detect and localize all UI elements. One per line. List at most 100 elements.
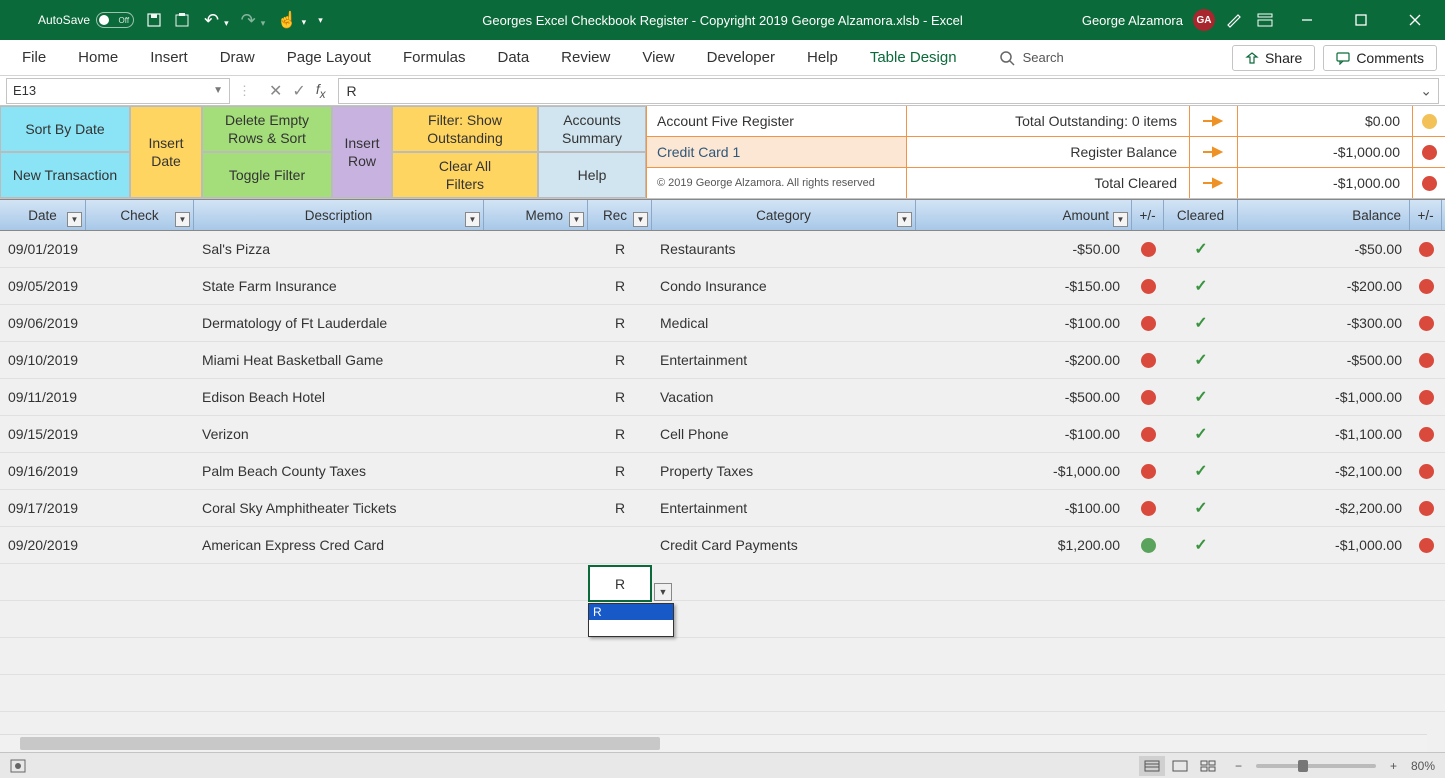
cell-description[interactable]: Miami Heat Basketball Game [194,352,484,368]
help-button[interactable]: Help [538,152,646,198]
cell-category[interactable]: Vacation [652,389,916,405]
cell-description[interactable]: Palm Beach County Taxes [194,463,484,479]
name-box[interactable]: E13 ▼ [6,78,230,104]
cell-category[interactable]: Condo Insurance [652,278,916,294]
cell-date[interactable]: 09/06/2019 [0,315,86,331]
cell-amount[interactable]: -$100.00 [916,426,1132,442]
zoom-out-icon[interactable]: − [1235,759,1242,773]
cell-description[interactable]: Verizon [194,426,484,442]
horizontal-scrollbar[interactable] [0,734,1427,752]
cell-date[interactable]: 09/01/2019 [0,241,86,257]
cell-amount[interactable]: -$150.00 [916,278,1132,294]
cell-date[interactable]: 09/05/2019 [0,278,86,294]
cell-cleared[interactable]: ✓ [1164,239,1238,259]
table-row[interactable]: 09/01/2019 Sal's Pizza R Restaurants -$5… [0,231,1445,268]
tab-table-design[interactable]: Table Design [856,40,971,75]
cell-cleared[interactable]: ✓ [1164,387,1238,407]
cell-amount[interactable]: -$200.00 [916,352,1132,368]
normal-view-icon[interactable] [1139,756,1165,776]
table-row[interactable]: 09/11/2019 Edison Beach Hotel R Vacation… [0,379,1445,416]
undo-button[interactable]: ↶ ▾ [204,10,229,31]
table-row[interactable]: 09/05/2019 State Farm Insurance R Condo … [0,268,1445,305]
filter-show-outstanding-button[interactable]: Filter: Show Outstanding [392,106,538,152]
dropdown-toggle-icon[interactable]: ▼ [654,583,672,601]
cell-rec[interactable]: R [588,500,652,516]
zoom-in-icon[interactable]: + [1390,759,1397,773]
cell-rec[interactable]: R [588,463,652,479]
pen-icon[interactable] [1225,10,1245,30]
share-button[interactable]: Share [1232,45,1315,71]
cell-category[interactable]: Cell Phone [652,426,916,442]
empty-row[interactable] [0,675,1445,712]
delete-empty-rows-button[interactable]: Delete Empty Rows & Sort [202,106,332,152]
autosave-switch[interactable]: Off [96,12,134,28]
filter-icon[interactable]: ▼ [67,212,82,227]
tell-me-search[interactable]: Search [999,50,1064,66]
clipboard-icon[interactable] [174,12,192,28]
cell-rec[interactable]: R [588,278,652,294]
toggle-filter-button[interactable]: Toggle Filter [202,152,332,198]
table-row[interactable]: 09/20/2019 American Express Cred Card Cr… [0,527,1445,564]
page-layout-view-icon[interactable] [1167,756,1193,776]
dropdown-option[interactable]: R [589,604,673,620]
autosave-toggle[interactable]: AutoSave Off [38,12,134,28]
table-row[interactable]: 09/10/2019 Miami Heat Basketball Game R … [0,342,1445,379]
active-cell[interactable]: R [588,565,652,602]
cell-amount[interactable]: -$100.00 [916,500,1132,516]
cell-amount[interactable]: -$1,000.00 [916,463,1132,479]
cell-date[interactable]: 09/20/2019 [0,537,86,553]
cell-description[interactable]: Sal's Pizza [194,241,484,257]
cell-category[interactable]: Property Taxes [652,463,916,479]
new-transaction-button[interactable]: New Transaction [0,152,130,198]
close-button[interactable] [1393,0,1437,40]
cell-rec[interactable]: R [588,241,652,257]
tab-view[interactable]: View [628,40,688,75]
cell-cleared[interactable]: ✓ [1164,424,1238,444]
tab-formulas[interactable]: Formulas [389,40,480,75]
filter-icon[interactable]: ▼ [633,212,648,227]
formula-input[interactable]: R ⌄ [338,78,1439,104]
filter-icon[interactable]: ▼ [897,212,912,227]
cell-rec[interactable]: R [588,352,652,368]
accounts-summary-button[interactable]: Accounts Summary [538,106,646,152]
qat-customize-icon[interactable]: ▾ [318,15,323,26]
enter-formula-icon[interactable]: ✓ [292,81,305,101]
cell-description[interactable]: Edison Beach Hotel [194,389,484,405]
fx-icon[interactable]: fx [316,81,326,101]
ribbon-options-icon[interactable] [1255,10,1275,30]
filter-icon[interactable]: ▼ [1113,212,1128,227]
filter-icon[interactable]: ▼ [175,212,190,227]
cell-cleared[interactable]: ✓ [1164,350,1238,370]
cell-rec[interactable]: R [588,315,652,331]
minimize-button[interactable] [1285,0,1329,40]
empty-row[interactable] [0,601,1445,638]
cell-category[interactable]: Restaurants [652,241,916,257]
page-break-view-icon[interactable] [1195,756,1221,776]
cell-cleared[interactable]: ✓ [1164,535,1238,555]
filter-icon[interactable]: ▼ [465,212,480,227]
cell-description[interactable]: State Farm Insurance [194,278,484,294]
cell-date[interactable]: 09/10/2019 [0,352,86,368]
insert-row-button[interactable]: Insert Row [332,106,392,198]
user-avatar[interactable]: GA [1193,9,1215,31]
maximize-button[interactable] [1339,0,1383,40]
zoom-level[interactable]: 80% [1411,759,1435,773]
tab-file[interactable]: File [8,40,60,75]
touch-mode-icon[interactable]: ☝ ▾ [277,10,306,30]
tab-help[interactable]: Help [793,40,852,75]
cell-cleared[interactable]: ✓ [1164,313,1238,333]
tab-developer[interactable]: Developer [693,40,789,75]
zoom-slider[interactable] [1256,764,1376,768]
cell-amount[interactable]: $1,200.00 [916,537,1132,553]
cell-category[interactable]: Entertainment [652,352,916,368]
cell-category[interactable]: Credit Card Payments [652,537,916,553]
cell-date[interactable]: 09/15/2019 [0,426,86,442]
cell-cleared[interactable]: ✓ [1164,461,1238,481]
redo-button[interactable]: ↷ ▾ [241,10,266,31]
cell-category[interactable]: Entertainment [652,500,916,516]
empty-row[interactable] [0,564,1445,601]
cell-date[interactable]: 09/16/2019 [0,463,86,479]
cell-date[interactable]: 09/17/2019 [0,500,86,516]
cell-amount[interactable]: -$100.00 [916,315,1132,331]
cell-description[interactable]: Coral Sky Amphitheater Tickets [194,500,484,516]
